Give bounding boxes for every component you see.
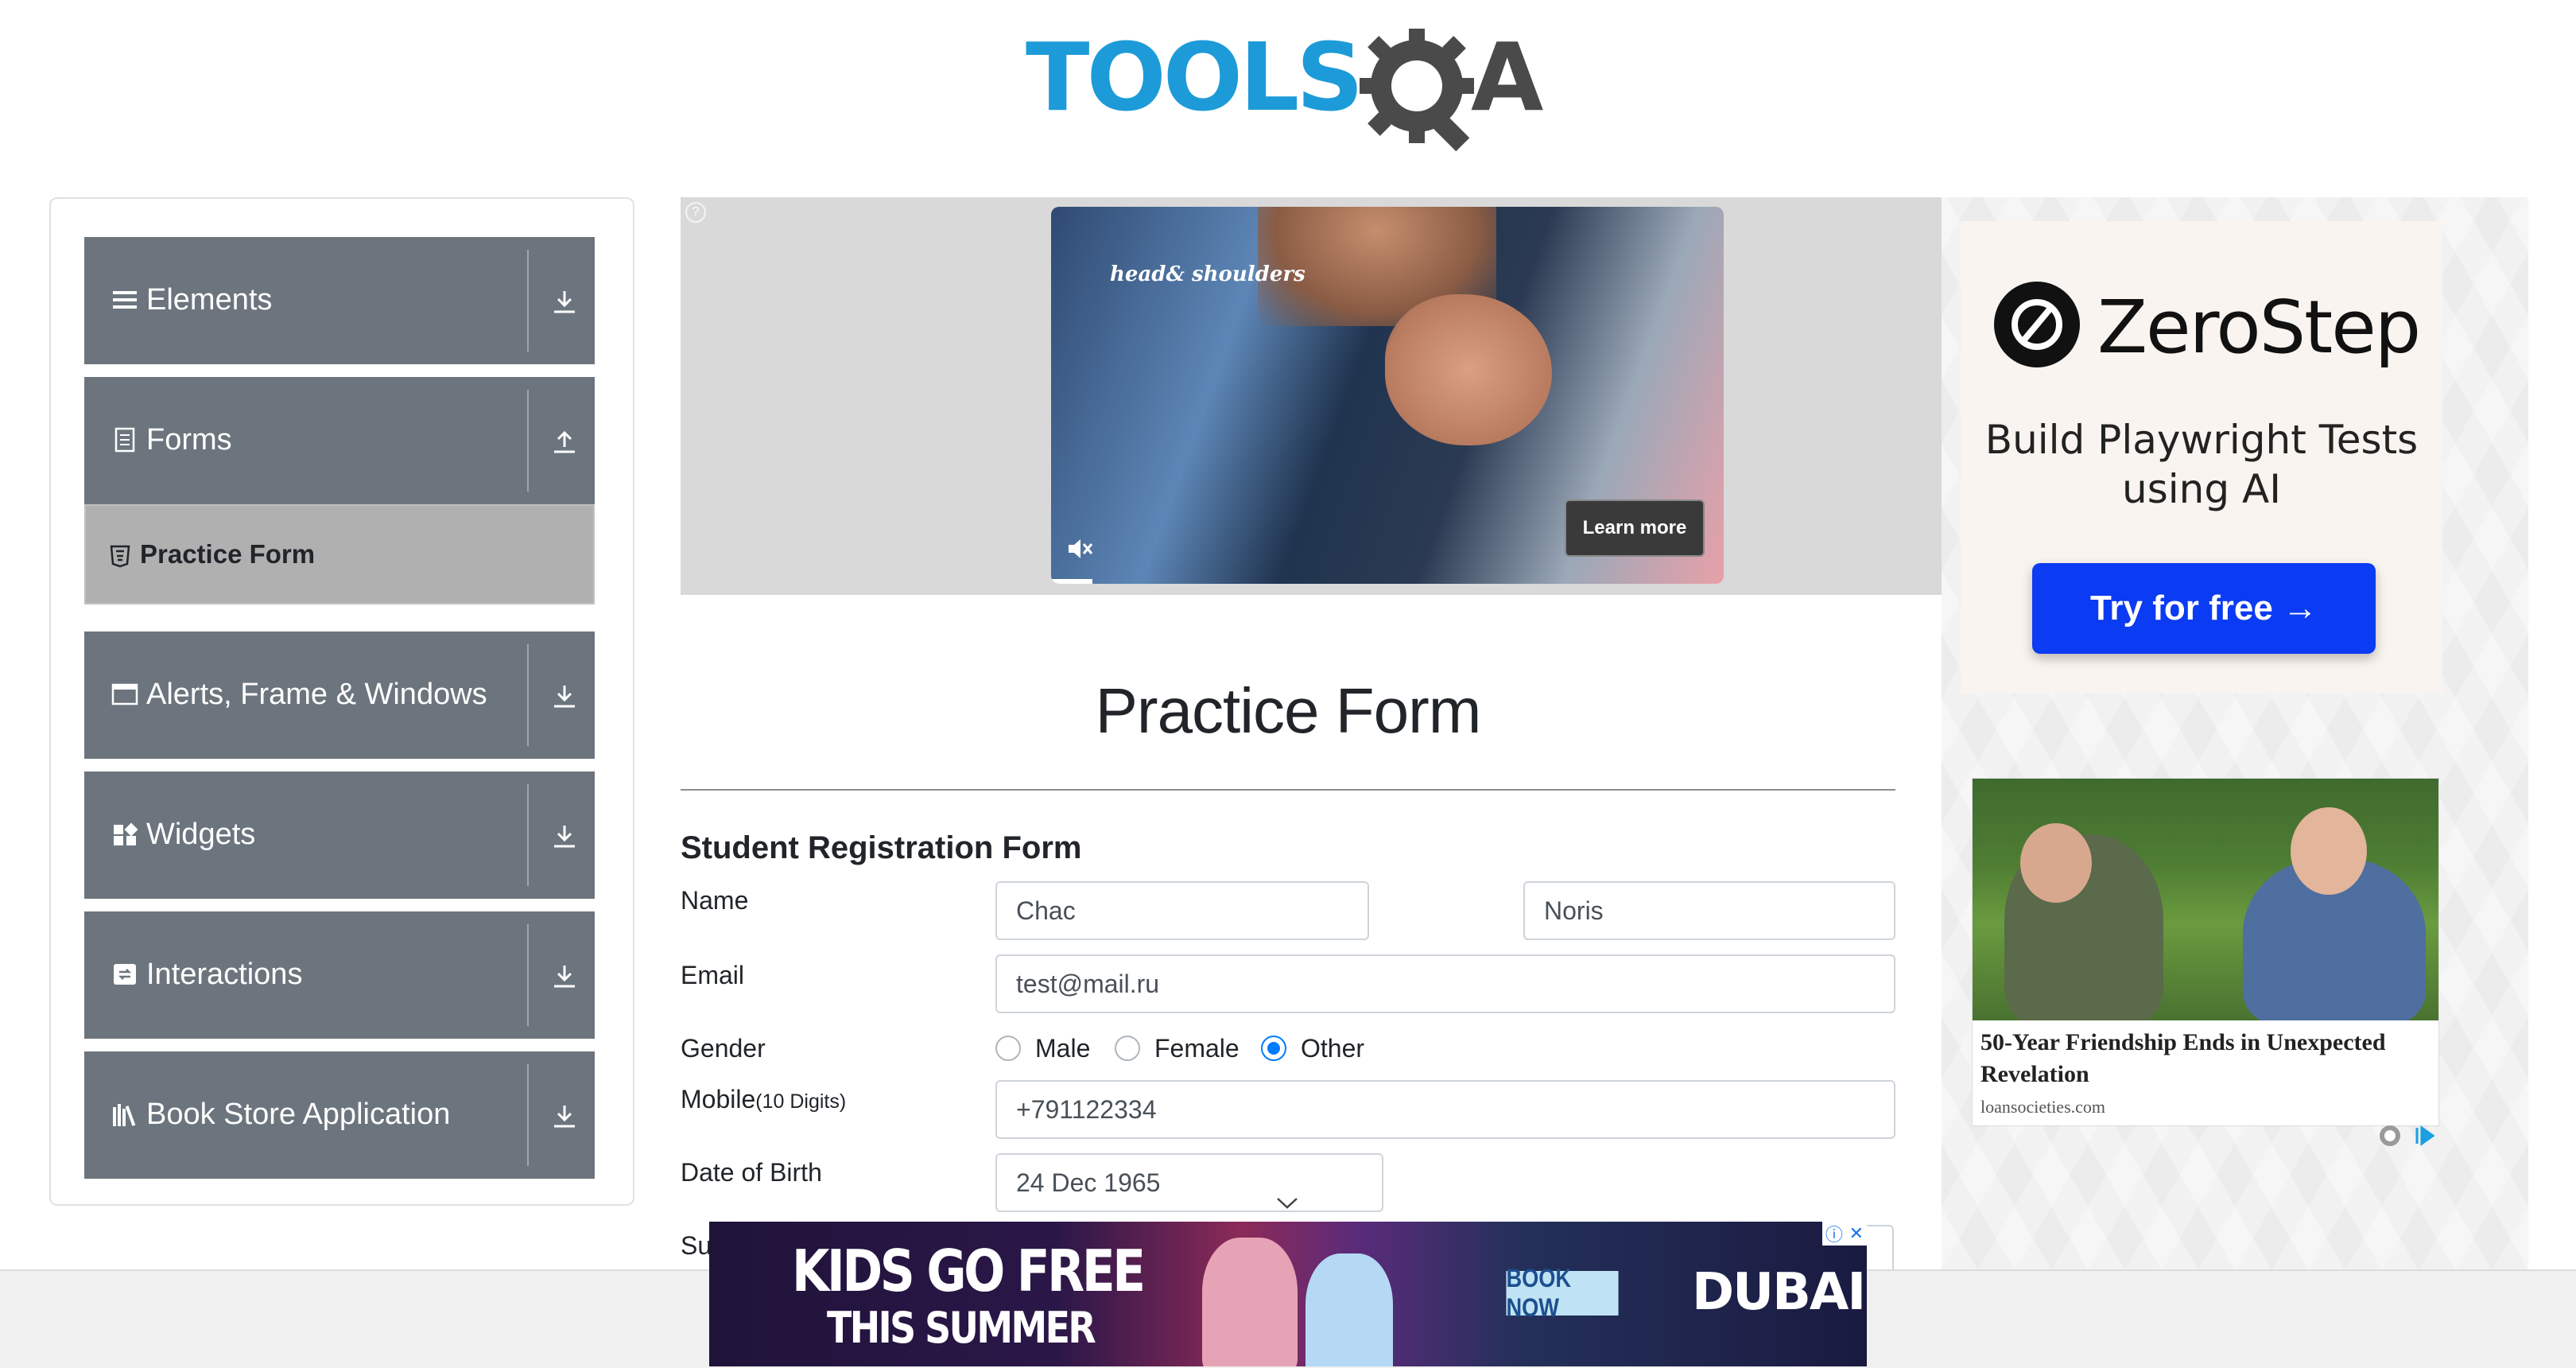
sidebar-item-label: Practice Form <box>140 539 316 569</box>
ad-photo <box>1973 779 2438 1020</box>
ad-headline[interactable]: 50-Year Friendship Ends in Unexpected Re… <box>1980 1027 2426 1090</box>
gender-label: Gender <box>681 1034 766 1063</box>
subjects-label: Su <box>681 1231 712 1260</box>
logo-tools-text: TOOLS <box>1026 22 1364 132</box>
zerostep-ad[interactable]: ZeroStep Build Playwright Tests using AI… <box>1961 221 2442 694</box>
gender-female-radio[interactable] <box>1115 1036 1140 1061</box>
toolsqa-logo[interactable]: TOOLS A <box>1026 16 1550 152</box>
download-arrow-icon <box>554 686 575 708</box>
close-icon[interactable]: ✕ <box>1849 1223 1864 1244</box>
sidebar-group-alerts[interactable]: Alerts, Frame & Windows <box>84 632 595 759</box>
divider <box>527 784 529 886</box>
divider <box>527 644 529 746</box>
interactions-icon <box>114 964 136 985</box>
sidebar-group-elements[interactable]: Elements <box>84 237 595 364</box>
sidebar-group-label: Book Store Application <box>146 1098 451 1131</box>
zerostep-logo-icon <box>1994 282 2080 367</box>
ad-source[interactable]: loansocieties.com <box>1980 1097 2105 1117</box>
page-title: Practice Form <box>1095 675 1482 746</box>
video-progress <box>1051 579 1092 584</box>
sidebar-group-label: Interactions <box>146 958 303 991</box>
video-player[interactable]: head& shoulders Learn more <box>1051 207 1724 584</box>
banner-subheadline: THIS SUMMER <box>827 1303 1096 1353</box>
mobile-label: Mobile(10 Digits) <box>681 1085 846 1114</box>
gender-female-label[interactable]: Female <box>1154 1034 1240 1063</box>
widgets-icon <box>114 822 138 845</box>
email-label: Email <box>681 961 745 989</box>
form-title: Student Registration Form <box>681 830 1082 865</box>
video-frame-hand <box>1385 294 1552 445</box>
sidebar-group-widgets[interactable]: Widgets <box>84 771 595 899</box>
email-input[interactable] <box>995 954 1895 1013</box>
sidebar-item-practice-form[interactable]: Practice Form <box>84 504 595 604</box>
gear-magnifier-icon <box>1360 29 1474 152</box>
mobile-input[interactable] <box>995 1080 1895 1139</box>
sidebar-group-book-store[interactable]: Book Store Application <box>84 1051 595 1179</box>
photo-head-right <box>2291 807 2367 895</box>
gender-male-label[interactable]: Male <box>1035 1034 1090 1063</box>
video-ad[interactable]: ? head& shoulders Learn more <box>681 197 1942 595</box>
ad-close-controls[interactable]: ⓘ ✕ <box>1822 1222 1867 1246</box>
zerostep-tagline: Build Playwright Tests using AI <box>1984 417 2419 512</box>
try-for-free-button[interactable]: Try for free → <box>2032 563 2376 654</box>
banner-brand: DUBAI <box>1692 1263 1866 1322</box>
divider <box>681 789 1895 791</box>
sidebar-group-interactions[interactable]: Interactions <box>84 911 595 1039</box>
dob-input[interactable] <box>995 1153 1383 1212</box>
ad-brand-logo: head& shoulders <box>1110 262 1305 286</box>
sidebar-group-label: Widgets <box>146 818 256 851</box>
left-sidebar: Elements Forms Practice Form Alerts, Fra… <box>49 197 634 1206</box>
sidebar-group-label: Alerts, Frame & Windows <box>146 678 487 711</box>
gender-male-radio[interactable] <box>995 1036 1021 1061</box>
sidebar-group-label: Forms <box>146 423 232 457</box>
bottom-banner-ad[interactable]: KIDS GO FREE THIS SUMMER BOOK NOW DUBAI … <box>709 1222 1867 1366</box>
dob-label: Date of Birth <box>681 1158 822 1187</box>
last-name-input[interactable] <box>1523 881 1895 940</box>
learn-more-button[interactable]: Learn more <box>1565 499 1705 557</box>
banner-photo-child-right <box>1305 1253 1393 1366</box>
gender-other-label[interactable]: Other <box>1301 1034 1364 1063</box>
divider <box>527 924 529 1026</box>
books-icon <box>113 1104 136 1126</box>
native-ad[interactable]: 50-Year Friendship Ends in Unexpected Re… <box>1972 778 2439 1126</box>
mobile-hint: (10 Digits) <box>755 1090 847 1113</box>
document-icon <box>114 427 135 453</box>
ad-info-icon[interactable]: ⓘ <box>1825 1222 1843 1246</box>
download-arrow-icon <box>554 291 575 313</box>
photo-head-left <box>2020 823 2092 903</box>
zerostep-name: ZeroStep <box>2097 285 2421 370</box>
download-arrow-icon <box>554 1106 575 1128</box>
logo-a-text: A <box>1471 22 1543 132</box>
download-arrow-icon <box>554 826 575 848</box>
sidebar-group-label: Elements <box>146 283 273 317</box>
book-now-button[interactable]: BOOK NOW <box>1506 1264 1619 1322</box>
sidebar-group-forms[interactable]: Forms <box>84 377 595 504</box>
banner-photo-child-left <box>1202 1238 1298 1366</box>
banner-headline: KIDS GO FREE <box>792 1238 1146 1304</box>
name-label: Name <box>681 886 749 915</box>
upload-arrow-icon <box>554 430 575 453</box>
adchoices-icon[interactable] <box>2377 1123 2438 1148</box>
download-arrow-icon <box>554 966 575 988</box>
hamburger-icon <box>113 291 137 309</box>
html5-icon <box>110 545 130 568</box>
chevron-down-icon <box>1277 1198 1298 1209</box>
muted-speaker-icon[interactable] <box>1065 534 1094 563</box>
ad-info-icon[interactable]: ? <box>685 202 706 223</box>
gender-other-radio[interactable] <box>1261 1036 1286 1061</box>
mobile-label-text: Mobile <box>681 1085 756 1113</box>
first-name-input[interactable] <box>995 881 1369 940</box>
divider <box>527 250 529 352</box>
window-icon <box>111 683 138 705</box>
divider <box>527 1064 529 1166</box>
divider <box>527 390 529 492</box>
